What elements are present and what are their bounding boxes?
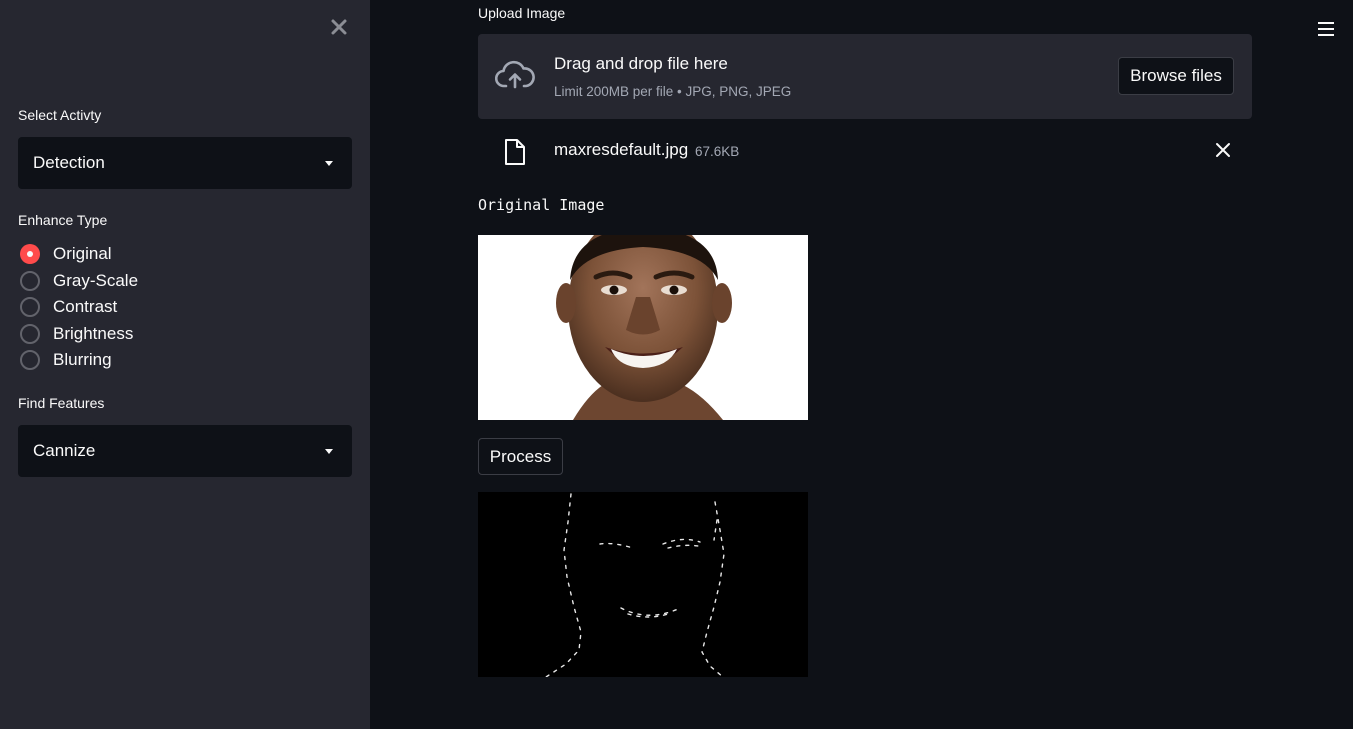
uploaded-file-size: 67.6KB (695, 144, 740, 159)
radio-original[interactable]: Original (18, 241, 138, 268)
radio-contrast[interactable]: Contrast (18, 294, 138, 321)
process-button[interactable]: Process (478, 438, 563, 475)
radio-unchecked-icon (20, 350, 40, 371)
browse-files-button[interactable]: Browse files (1118, 57, 1234, 95)
file-icon (505, 139, 525, 165)
radio-unchecked-icon (20, 323, 40, 344)
radio-blurring[interactable]: Blurring (18, 347, 138, 374)
original-face-image (478, 235, 808, 420)
chevron-down-icon (325, 448, 333, 454)
original-image-caption: Original Image (478, 196, 605, 214)
hamburger-menu-icon[interactable] (1316, 18, 1336, 40)
radio-label: Blurring (53, 350, 112, 370)
sidebar: Select Activty Detection Enhance Type Or… (0, 0, 370, 729)
upload-image-label: Upload Image (478, 5, 566, 21)
radio-label: Brightness (53, 323, 134, 343)
cloud-upload-icon (495, 60, 535, 89)
find-features-dropdown[interactable]: Cannize (18, 425, 352, 477)
find-features-value: Cannize (33, 441, 96, 460)
find-features-label: Find Features (18, 395, 105, 411)
enhance-type-radio-group: Original Gray-Scale Contrast Brightness … (18, 241, 138, 374)
remove-file-icon[interactable] (1213, 140, 1233, 160)
enhance-type-label: Enhance Type (18, 212, 108, 228)
select-activity-dropdown[interactable]: Detection (18, 137, 352, 189)
radio-gray-scale[interactable]: Gray-Scale (18, 268, 138, 295)
radio-unchecked-icon (20, 297, 40, 318)
uploaded-file-name: maxresdefault.jpg (554, 140, 689, 159)
processed-edge-image (478, 492, 808, 677)
select-activity-label: Select Activty (18, 107, 102, 123)
dropzone-limit-text: Limit 200MB per file • JPG, PNG, JPEG (554, 84, 792, 99)
radio-label: Contrast (53, 297, 118, 317)
radio-brightness[interactable]: Brightness (18, 321, 138, 348)
file-dropzone[interactable]: Drag and drop file here Limit 200MB per … (478, 34, 1252, 119)
select-activity-value: Detection (33, 153, 105, 172)
radio-unchecked-icon (20, 270, 40, 291)
radio-label: Original (53, 244, 112, 264)
sidebar-close-icon[interactable] (327, 15, 351, 39)
chevron-down-icon (325, 160, 333, 166)
radio-label: Gray-Scale (53, 270, 139, 290)
dropzone-title: Drag and drop file here (554, 54, 728, 73)
radio-checked-icon (20, 244, 40, 265)
